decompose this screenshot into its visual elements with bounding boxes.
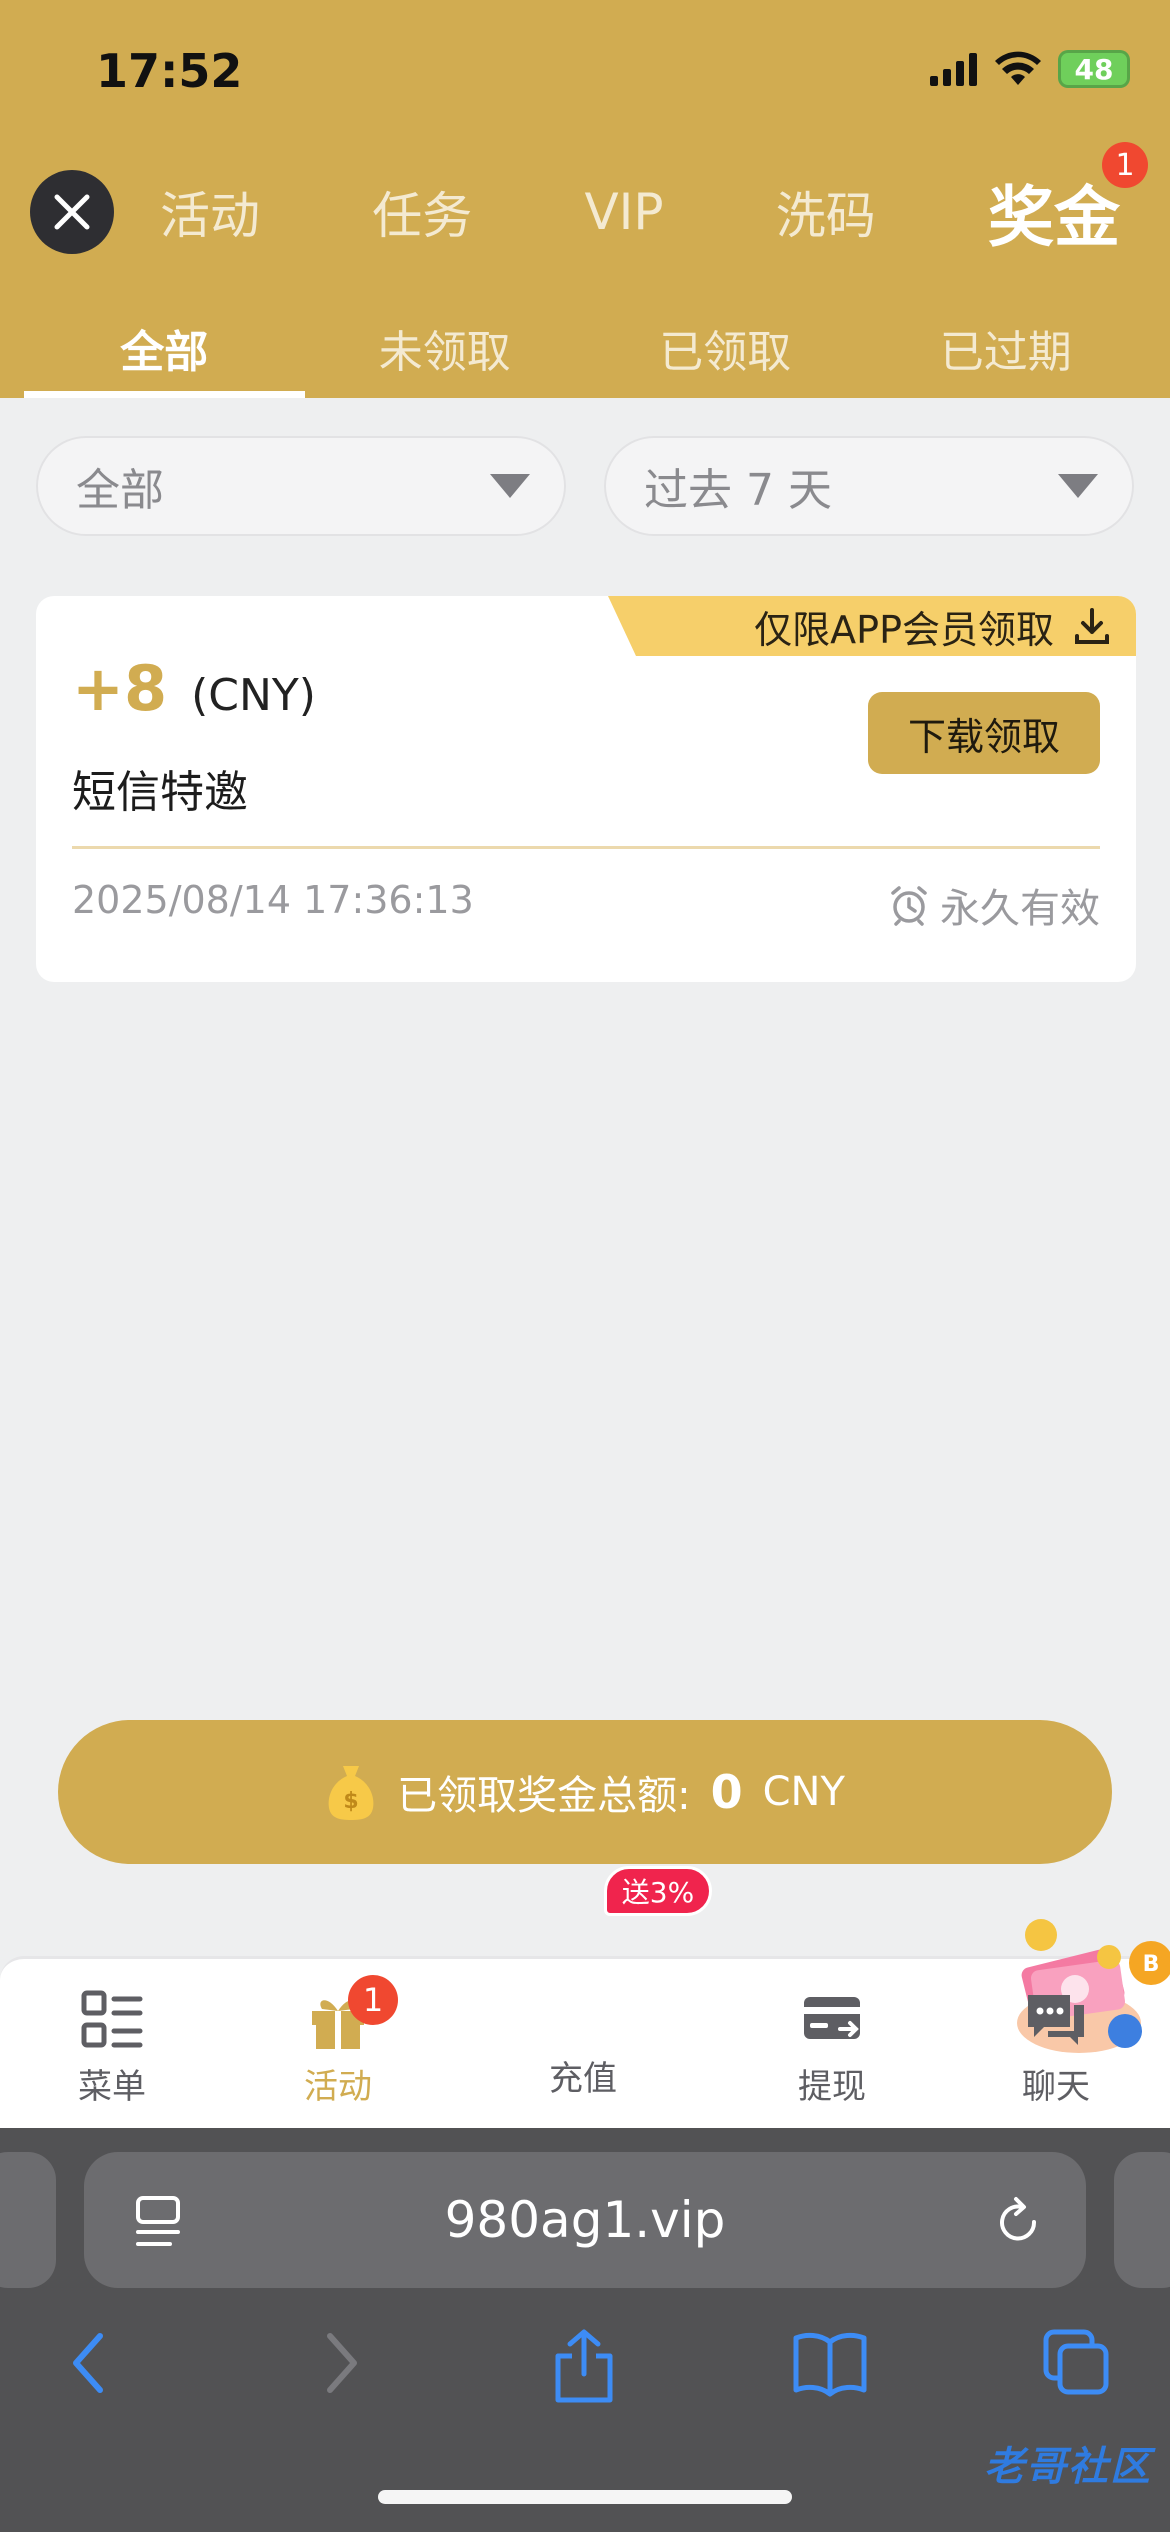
subtab-all[interactable]: 全部 — [24, 300, 305, 398]
type-filter-select[interactable]: 全部 — [36, 436, 566, 536]
app-only-ribbon: 仅限APP会员领取 — [608, 596, 1136, 656]
close-button[interactable] — [30, 170, 114, 254]
total-unit: CNY — [762, 1769, 845, 1815]
money-bag-icon: $ — [328, 1766, 374, 1820]
top-nav: 活动 任务 VIP 洗码 奖金 1 — [160, 142, 1148, 256]
sub-tabs: 全部 未领取 已领取 已过期 — [24, 300, 1146, 398]
activity-badge: 1 — [348, 1975, 398, 2025]
divider — [72, 846, 1100, 849]
nav-chat[interactable]: 聊天 — [976, 1987, 1136, 2108]
recharge-bonus-badge: 送3% — [604, 1866, 712, 1916]
nav-withdraw-label: 提现 — [798, 2067, 866, 2107]
tab-rebate[interactable]: 洗码 — [776, 176, 876, 248]
alarm-clock-icon — [891, 886, 927, 926]
bonus-amount: +8 (CNY) — [72, 652, 316, 725]
ribbon-label: 仅限APP会员领取 — [754, 607, 1054, 652]
validity-label: 永久有效 — [940, 886, 1100, 932]
bonus-timestamp: 2025/08/14 17:36:13 — [72, 878, 474, 922]
nav-chat-label: 聊天 — [1022, 2067, 1090, 2107]
tab-activity[interactable]: 活动 — [160, 176, 260, 248]
amount-currency: (CNY) — [191, 670, 316, 721]
subtab-unclaimed[interactable]: 未领取 — [305, 300, 586, 398]
bonus-title: 短信特邀 — [72, 767, 248, 818]
claimed-total-bar: $ 已领取奖金总额: 0 CNY — [58, 1720, 1112, 1864]
nav-recharge[interactable]: B 充值 — [503, 1919, 1170, 2100]
bonus-badge: 1 — [1101, 142, 1148, 188]
previous-tab-pill[interactable] — [0, 2152, 56, 2288]
subtab-claimed[interactable]: 已领取 — [585, 300, 866, 398]
validity: 永久有效 — [888, 876, 1100, 934]
download-claim-button[interactable]: 下载领取 — [868, 692, 1100, 774]
home-indicator — [378, 2490, 792, 2504]
bonus-card: 仅限APP会员领取 +8 (CNY) 短信特邀 下载领取 2025/08/14 … — [36, 596, 1136, 982]
total-label: 已领取奖金总额: — [397, 1773, 691, 1819]
type-filter-value: 全部 — [76, 465, 164, 516]
reload-icon[interactable] — [994, 2192, 1044, 2248]
nav-withdraw[interactable]: 提现 — [752, 1987, 912, 2108]
bottom-nav: 菜单 活动 1 B 充值 提现 聊天 — [0, 1919, 1170, 2128]
nav-menu[interactable]: 菜单 — [32, 1987, 192, 2108]
watermark-logo: 老哥社区 — [984, 2444, 1152, 2490]
nav-activity[interactable]: 活动 1 — [258, 1975, 418, 2108]
forward-icon[interactable] — [316, 2328, 366, 2398]
status-icons: 48 — [930, 50, 1130, 88]
next-tab-pill[interactable] — [1114, 2152, 1170, 2288]
chevron-down-icon — [490, 474, 530, 498]
header: 17:52 48 活动 任务 VIP 洗码 奖金 1 全部 未领取 已领取 已过… — [0, 0, 1170, 398]
url-text: 980ag1.vip — [444, 2191, 726, 2249]
date-range-value: 过去 7 天 — [644, 465, 832, 516]
chat-bubbles-icon — [1028, 1995, 1084, 2045]
page-menu-icon — [136, 2196, 180, 2246]
wifi-icon — [995, 51, 1041, 85]
close-icon — [54, 194, 90, 230]
bookmarks-icon[interactable] — [792, 2328, 868, 2398]
svg-text:B: B — [1143, 1952, 1160, 1977]
address-bar[interactable]: 980ag1.vip — [84, 2152, 1086, 2288]
nav-menu-label: 菜单 — [78, 2067, 146, 2107]
date-range-select[interactable]: 过去 7 天 — [604, 436, 1134, 536]
tab-tasks[interactable]: 任务 — [372, 176, 472, 248]
tab-bonus[interactable]: 奖金 1 — [987, 142, 1148, 260]
nav-activity-label: 活动 — [304, 2067, 372, 2107]
tab-bonus-label: 奖金 — [987, 179, 1120, 256]
download-icon — [1075, 608, 1109, 644]
menu-list-icon — [81, 1990, 143, 2048]
nav-recharge-label: 充值 — [549, 2059, 617, 2099]
withdraw-card-icon — [804, 1997, 860, 2039]
svg-text:$: $ — [343, 1789, 358, 1814]
amount-value: +8 — [72, 652, 168, 725]
tabs-icon[interactable] — [1042, 2328, 1112, 2398]
battery-icon: 48 — [1058, 50, 1130, 88]
back-icon[interactable] — [64, 2328, 114, 2398]
share-icon[interactable] — [552, 2328, 616, 2404]
chevron-down-icon — [1058, 474, 1098, 498]
total-value: 0 — [710, 1765, 743, 1819]
status-time: 17:52 — [96, 44, 243, 98]
subtab-expired[interactable]: 已过期 — [866, 300, 1147, 398]
tab-vip[interactable]: VIP — [584, 183, 663, 241]
signal-icon — [930, 53, 977, 86]
